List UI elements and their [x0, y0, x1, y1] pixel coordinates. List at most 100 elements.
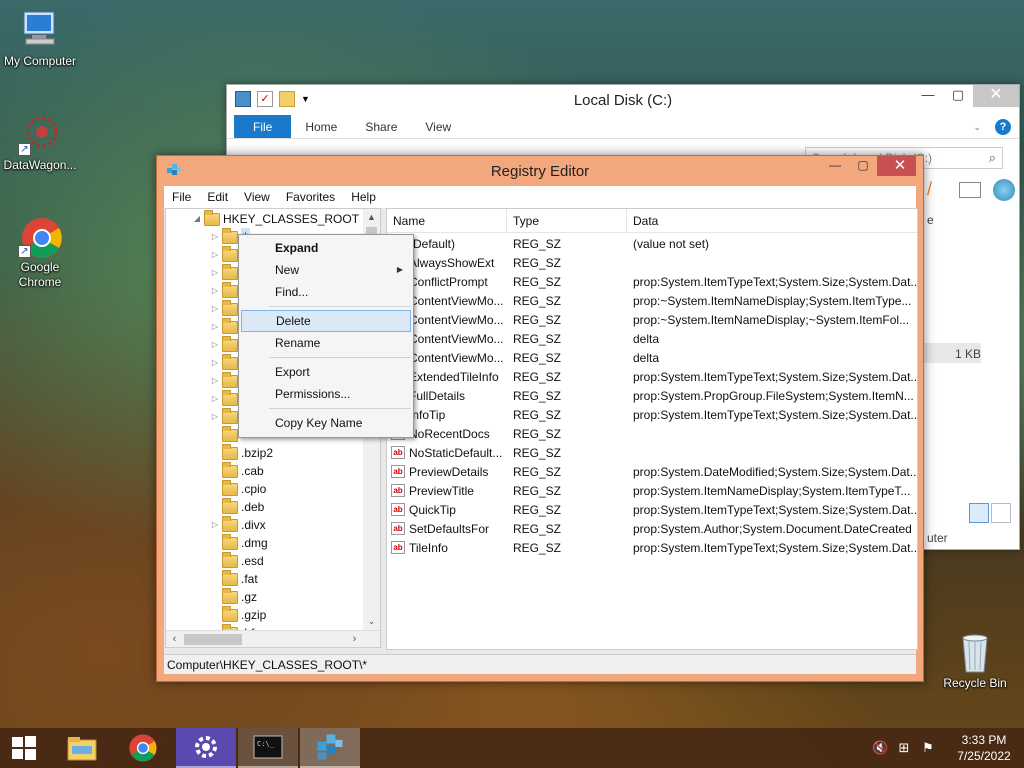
- close-button[interactable]: ✕: [973, 85, 1019, 107]
- tree-item-label: .esd: [241, 554, 264, 568]
- scroll-thumb[interactable]: [184, 634, 242, 645]
- values-list[interactable]: Name Type Data ab (Default) REG_SZ (value n…: [386, 208, 918, 650]
- expand-ribbon-icon[interactable]: ⌄: [959, 115, 995, 138]
- menu-item-permissions[interactable]: Permissions...: [241, 383, 411, 405]
- tree-item[interactable]: ▷: [210, 263, 241, 282]
- tree-item[interactable]: ▷: [210, 389, 241, 408]
- value-row[interactable]: ab QuickTip REG_SZ prop:System.ItemTypeText…: [387, 500, 917, 519]
- tree-item-cab[interactable]: .cab: [210, 461, 264, 480]
- expand-icon[interactable]: ▷: [210, 228, 220, 246]
- shell-icon[interactable]: [993, 179, 1015, 201]
- explorer-titlebar[interactable]: ✓ ▼ Local Disk (C:) — ▢ ✕: [227, 85, 1019, 115]
- menu-favorites[interactable]: Favorites: [278, 190, 343, 204]
- details-view-icon[interactable]: [969, 503, 989, 523]
- tree-item-bzip2[interactable]: .bzip2: [210, 443, 273, 462]
- tab-file[interactable]: File: [234, 115, 292, 138]
- tree-item[interactable]: ▷: [210, 407, 241, 426]
- minimize-button[interactable]: —: [913, 85, 943, 107]
- collapse-icon[interactable]: ◢: [192, 210, 202, 228]
- context-menu[interactable]: Expand New ▶ Find... Delete Rename Export…: [238, 234, 414, 438]
- value-row[interactable]: abConflictPromptREG_SZprop:System.ItemTy…: [387, 272, 917, 291]
- menu-item-expand[interactable]: Expand: [241, 237, 411, 259]
- tree-item[interactable]: ▷: [210, 335, 241, 354]
- tree-item-esd[interactable]: .esd: [210, 551, 264, 570]
- value-row[interactable]: abInfoTipREG_SZprop:System.ItemTypeText;…: [387, 405, 917, 424]
- taskbar-regedit[interactable]: [300, 728, 360, 768]
- column-header-data[interactable]: Data: [627, 209, 917, 232]
- tree-item[interactable]: ▷: [210, 353, 241, 372]
- maximize-button[interactable]: ▢: [943, 85, 973, 107]
- tab-view[interactable]: View: [411, 115, 465, 138]
- tree-item-divx[interactable]: ▷ .divx: [210, 515, 266, 534]
- menu-edit[interactable]: Edit: [199, 190, 236, 204]
- tree-item-gzip[interactable]: .gzip: [210, 605, 266, 624]
- menu-item-rename[interactable]: Rename: [241, 332, 411, 354]
- tiles-view-icon[interactable]: [991, 503, 1011, 523]
- taskbar-file-explorer[interactable]: [52, 728, 112, 768]
- tree-item-fat[interactable]: .fat: [210, 569, 258, 588]
- scroll-left-icon[interactable]: ‹: [166, 631, 183, 647]
- tree-item[interactable]: ▷: [210, 281, 241, 300]
- tree-item[interactable]: ▷: [210, 317, 241, 336]
- value-row[interactable]: abContentViewMo...REG_SZprop:~System.Ite…: [387, 291, 917, 310]
- clock[interactable]: 3:33 PM 7/25/2022: [944, 732, 1024, 764]
- regedit-titlebar[interactable]: Registry Editor — ▢ ✕: [157, 156, 923, 186]
- tree-item-gz[interactable]: .gz: [210, 587, 257, 606]
- value-row[interactable]: ab SetDefaultsFor REG_SZ prop:System.Author…: [387, 519, 917, 538]
- tab-share[interactable]: Share: [351, 115, 411, 138]
- menu-item-copy-key-name[interactable]: Copy Key Name: [241, 412, 411, 434]
- taskbar-cmd[interactable]: C:\_: [238, 728, 298, 768]
- desktop-icon-recycle-bin[interactable]: Recycle Bin: [935, 630, 1015, 691]
- scroll-down-icon[interactable]: ⌄: [363, 613, 380, 630]
- tree-item[interactable]: ▷: [210, 299, 241, 318]
- column-header-type[interactable]: Type: [507, 209, 627, 232]
- tree-item[interactable]: ▷: [210, 371, 241, 390]
- chrome-icon: [129, 734, 157, 762]
- tree-item-deb[interactable]: .deb: [210, 497, 264, 516]
- tree-item-cpio[interactable]: .cpio: [210, 479, 266, 498]
- value-row[interactable]: ab PreviewTitle REG_SZ prop:System.ItemName…: [387, 481, 917, 500]
- tree-item[interactable]: ▷: [210, 245, 241, 264]
- action-center-icon[interactable]: ⚑: [920, 740, 936, 756]
- rename-icon[interactable]: /: [927, 179, 947, 199]
- value-row[interactable]: ab NoStaticDefault... REG_SZ: [387, 443, 917, 462]
- tree-item-root[interactable]: ◢ HKEY_CLASSES_ROOT: [192, 209, 359, 228]
- value-row[interactable]: abNoRecentDocsREG_SZ: [387, 424, 917, 443]
- tree-horizontal-scrollbar[interactable]: ‹ ›: [166, 630, 380, 647]
- start-button[interactable]: [0, 728, 48, 768]
- display-icon[interactable]: [959, 182, 981, 198]
- desktop-icon-datawagon[interactable]: ↗ DataWagon...: [0, 112, 80, 173]
- menu-help[interactable]: Help: [343, 190, 384, 204]
- column-header-name[interactable]: Name: [387, 209, 507, 232]
- maximize-button[interactable]: ▢: [849, 156, 877, 176]
- minimize-button[interactable]: —: [821, 156, 849, 176]
- menu-item-delete[interactable]: Delete: [241, 310, 411, 332]
- value-row[interactable]: abFullDetailsREG_SZprop:System.PropGroup…: [387, 386, 917, 405]
- scroll-right-icon[interactable]: ›: [346, 631, 363, 647]
- value-row[interactable]: ab TileInfo REG_SZ prop:System.ItemTypeText…: [387, 538, 917, 557]
- menu-item-export[interactable]: Export: [241, 361, 411, 383]
- tree-item-dmg[interactable]: .dmg: [210, 533, 268, 552]
- volume-muted-icon[interactable]: 🔇: [872, 740, 888, 756]
- value-row[interactable]: abContentViewMo...REG_SZdelta: [387, 329, 917, 348]
- value-row[interactable]: abContentViewMo...REG_SZdelta: [387, 348, 917, 367]
- network-icon[interactable]: ⊞: [896, 740, 912, 756]
- desktop-icon-chrome[interactable]: ↗ Google Chrome: [0, 214, 80, 290]
- taskbar-settings[interactable]: [176, 728, 236, 768]
- value-row[interactable]: abAlwaysShowExtREG_SZ: [387, 253, 917, 272]
- value-row[interactable]: abExtendedTileInfoREG_SZprop:System.Item…: [387, 367, 917, 386]
- tree-item[interactable]: [210, 425, 241, 444]
- value-row[interactable]: abContentViewMo...REG_SZprop:~System.Ite…: [387, 310, 917, 329]
- close-button[interactable]: ✕: [877, 156, 923, 176]
- scroll-up-icon[interactable]: ▲: [363, 209, 380, 226]
- help-icon[interactable]: ?: [995, 119, 1011, 135]
- menu-item-find[interactable]: Find...: [241, 281, 411, 303]
- taskbar-chrome[interactable]: [113, 728, 173, 768]
- menu-item-new[interactable]: New ▶: [241, 259, 411, 281]
- menu-file[interactable]: File: [164, 190, 199, 204]
- tab-home[interactable]: Home: [291, 115, 351, 138]
- menu-view[interactable]: View: [236, 190, 278, 204]
- value-row[interactable]: ab PreviewDetails REG_SZ prop:System.DateMo…: [387, 462, 917, 481]
- value-row[interactable]: ab(Default)REG_SZ(value not set): [387, 234, 917, 253]
- desktop-icon-my-computer[interactable]: My Computer: [0, 8, 80, 69]
